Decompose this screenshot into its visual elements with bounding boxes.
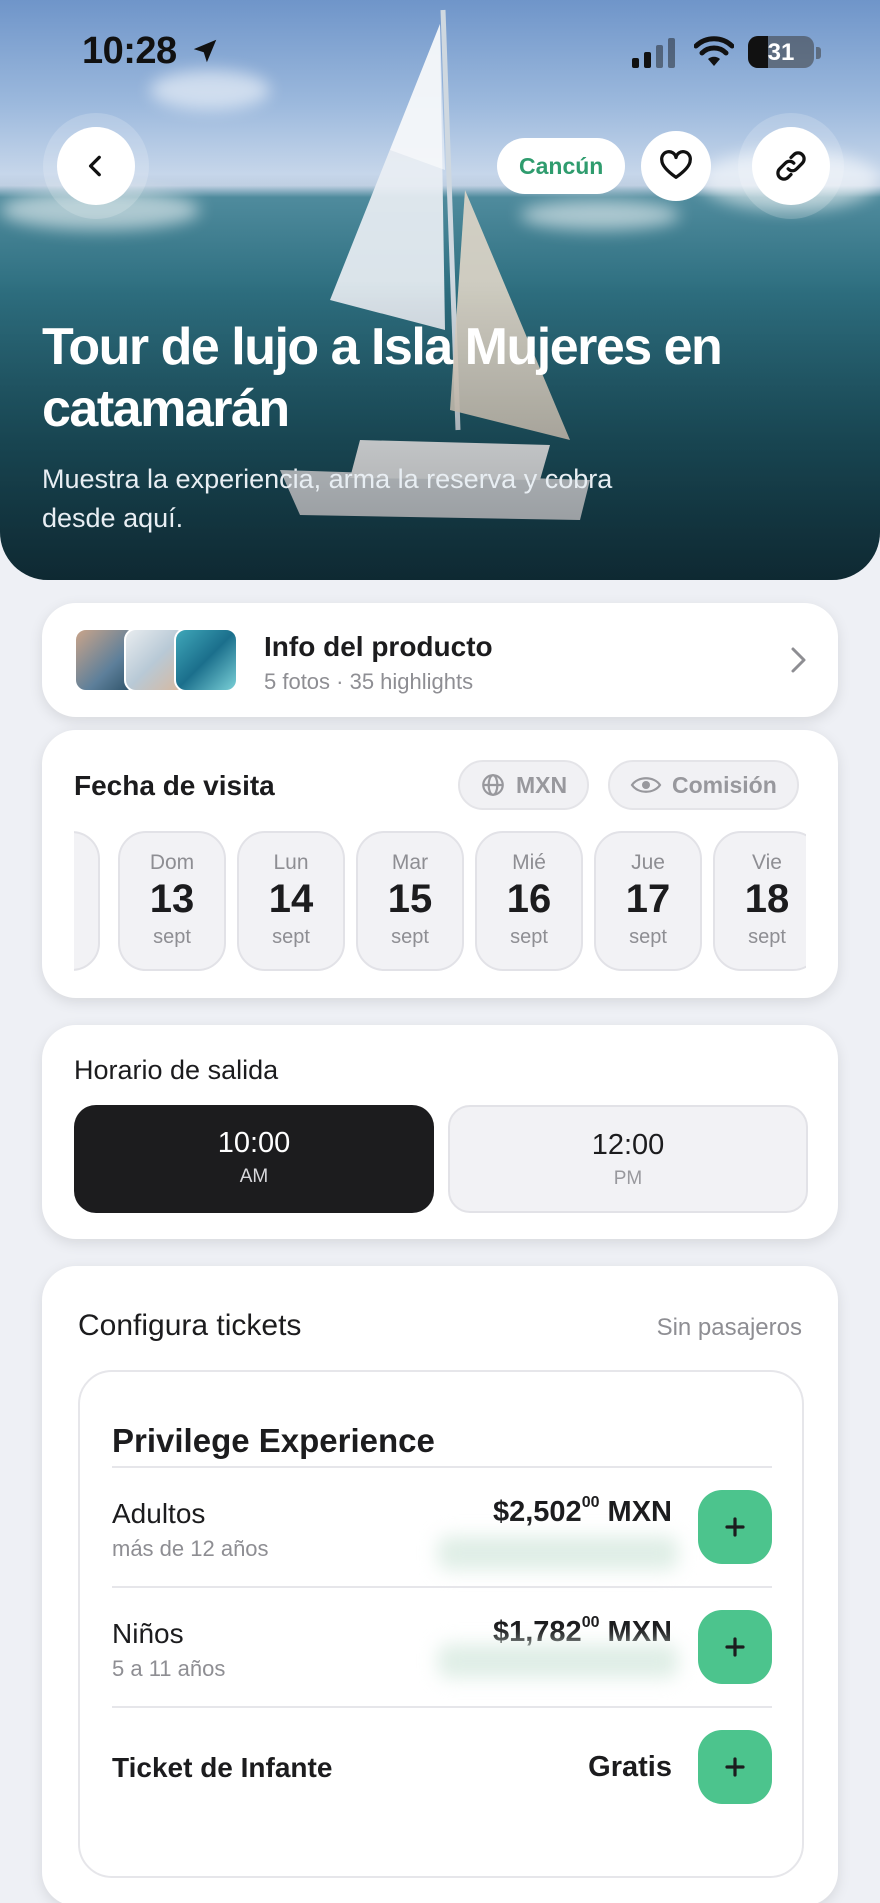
link-icon xyxy=(776,151,806,181)
ticket-row-adults: Adultos más de 12 años $2,50200 MXN xyxy=(112,1466,772,1586)
date-weekday: Dom xyxy=(149,851,195,874)
date-day: 13 xyxy=(149,877,195,921)
departure-time-card: Horario de salida 10:00 AM 12:00 PM xyxy=(42,1025,838,1239)
plus-icon xyxy=(725,1517,745,1537)
photo-thumbnails xyxy=(74,628,238,692)
ticket-name: Ticket de Infante xyxy=(112,1752,333,1783)
ticket-age: más de 12 años xyxy=(112,1536,269,1561)
price-amount: $2,502 xyxy=(492,1496,582,1528)
product-info-subtitle: 5 fotos · 35 highlights xyxy=(264,669,474,694)
ticket-price-free: Gratis xyxy=(588,1751,672,1783)
date-weekday: Mar xyxy=(391,851,429,874)
price-cents: 00 xyxy=(581,1494,600,1511)
date-month: sept xyxy=(748,926,786,948)
tour-subtitle: Muestra la experiencia, arma la reserva … xyxy=(42,464,613,533)
battery-percent: 31 xyxy=(767,39,795,66)
date-day: 15 xyxy=(387,877,433,921)
tickets-title: Configura tickets xyxy=(78,1309,302,1342)
date-day: 16 xyxy=(506,877,552,921)
time-slot-period: AM xyxy=(239,1166,269,1187)
date-option[interactable]: Dom 13 sept xyxy=(118,831,226,971)
date-option[interactable]: Mar 15 sept xyxy=(356,831,464,971)
eye-icon xyxy=(630,777,662,793)
battery-icon: 31 xyxy=(748,36,814,68)
add-infant-button[interactable] xyxy=(698,1730,772,1804)
date-day: 17 xyxy=(625,877,671,921)
add-adult-button[interactable] xyxy=(698,1490,772,1564)
experience-panel: Privilege Experience Adultos más de 12 a… xyxy=(78,1370,804,1878)
date-option[interactable]: Jue 17 sept xyxy=(594,831,702,971)
ticket-age: 5 a 11 años xyxy=(112,1656,226,1681)
city-tag[interactable]: Cancún xyxy=(497,138,626,194)
date-month: sept xyxy=(272,926,310,948)
date-option[interactable]: Lun 14 sept xyxy=(237,831,345,971)
time-slot-time: 10:00 xyxy=(217,1127,291,1159)
add-child-button[interactable] xyxy=(698,1610,772,1684)
date-month: sept xyxy=(153,926,191,948)
date-day: 14 xyxy=(268,877,314,921)
price-currency: MXN xyxy=(607,1496,672,1528)
passenger-status: Sin pasajeros xyxy=(656,1314,802,1341)
back-button[interactable] xyxy=(57,127,135,205)
product-info-title: Info del producto xyxy=(264,631,493,662)
date-weekday: Mié xyxy=(512,851,546,874)
signal-icon xyxy=(632,38,675,68)
date-weekday: Lun xyxy=(273,851,309,874)
thumbnail xyxy=(174,628,238,692)
commission-chip[interactable]: Comisión xyxy=(608,760,799,810)
plus-icon xyxy=(725,1637,745,1657)
time-slot-period: PM xyxy=(613,1168,643,1189)
currency-chip[interactable]: MXN xyxy=(458,760,590,810)
favorite-button[interactable] xyxy=(641,131,711,201)
share-link-button[interactable] xyxy=(752,127,830,205)
tickets-card: Configura tickets Sin pasajeros Privileg… xyxy=(42,1266,838,1903)
tour-title: Tour de lujo a Isla Mujeres en catamarán xyxy=(42,318,723,438)
commission-chip-label: Comisión xyxy=(672,771,777,798)
status-bar: 10:28 31 xyxy=(0,28,880,76)
chevron-right-icon xyxy=(791,647,806,673)
ticket-name: Niños xyxy=(112,1618,184,1649)
plus-icon xyxy=(725,1757,745,1777)
date-weekday: Vie xyxy=(752,851,782,874)
blurred-detail xyxy=(438,1644,678,1678)
currency-chip-label: MXN xyxy=(516,771,568,798)
heart-icon xyxy=(660,150,692,179)
ticket-name: Adultos xyxy=(112,1498,206,1529)
time-slot-time: 12:00 xyxy=(591,1129,665,1161)
date-month: sept xyxy=(629,926,667,948)
visit-date-title: Fecha de visita xyxy=(74,770,275,801)
date-option-partial[interactable] xyxy=(74,831,100,971)
battery-tip xyxy=(816,47,821,59)
blurred-detail xyxy=(438,1536,678,1570)
back-chevron-icon xyxy=(88,155,101,177)
ticket-price: $2,50200 MXN xyxy=(492,1494,672,1529)
visit-date-card: Fecha de visita MXN Comisión Dom 13 sept L… xyxy=(42,730,838,998)
time-slot-selected[interactable]: 10:00 AM xyxy=(74,1105,434,1213)
time-slot[interactable]: 12:00 PM xyxy=(448,1105,808,1213)
date-option[interactable]: Mié 16 sept xyxy=(475,831,583,971)
status-time: 10:28 xyxy=(82,30,177,72)
date-day: 18 xyxy=(744,877,790,921)
date-scroller[interactable]: Dom 13 sept Lun 14 sept Mar 15 sept Mié 16 sept … xyxy=(74,831,806,973)
wifi-icon xyxy=(694,36,734,66)
ticket-row-infant: Ticket de Infante Gratis xyxy=(112,1706,772,1826)
departure-title: Horario de salida xyxy=(74,1055,279,1085)
location-arrow-icon xyxy=(193,39,217,63)
date-option[interactable]: Vie 18 sept xyxy=(713,831,806,971)
date-month: sept xyxy=(391,926,429,948)
date-month: sept xyxy=(510,926,548,948)
experience-title: Privilege Experience xyxy=(112,1422,435,1459)
globe-icon xyxy=(482,774,504,796)
price-cents: 00 xyxy=(581,1614,600,1631)
product-info-card[interactable]: Info del producto 5 fotos · 35 highlight… xyxy=(42,603,838,717)
date-weekday: Jue xyxy=(631,851,665,874)
ticket-row-children: Niños 5 a 11 años $1,78200 MXN xyxy=(112,1586,772,1706)
